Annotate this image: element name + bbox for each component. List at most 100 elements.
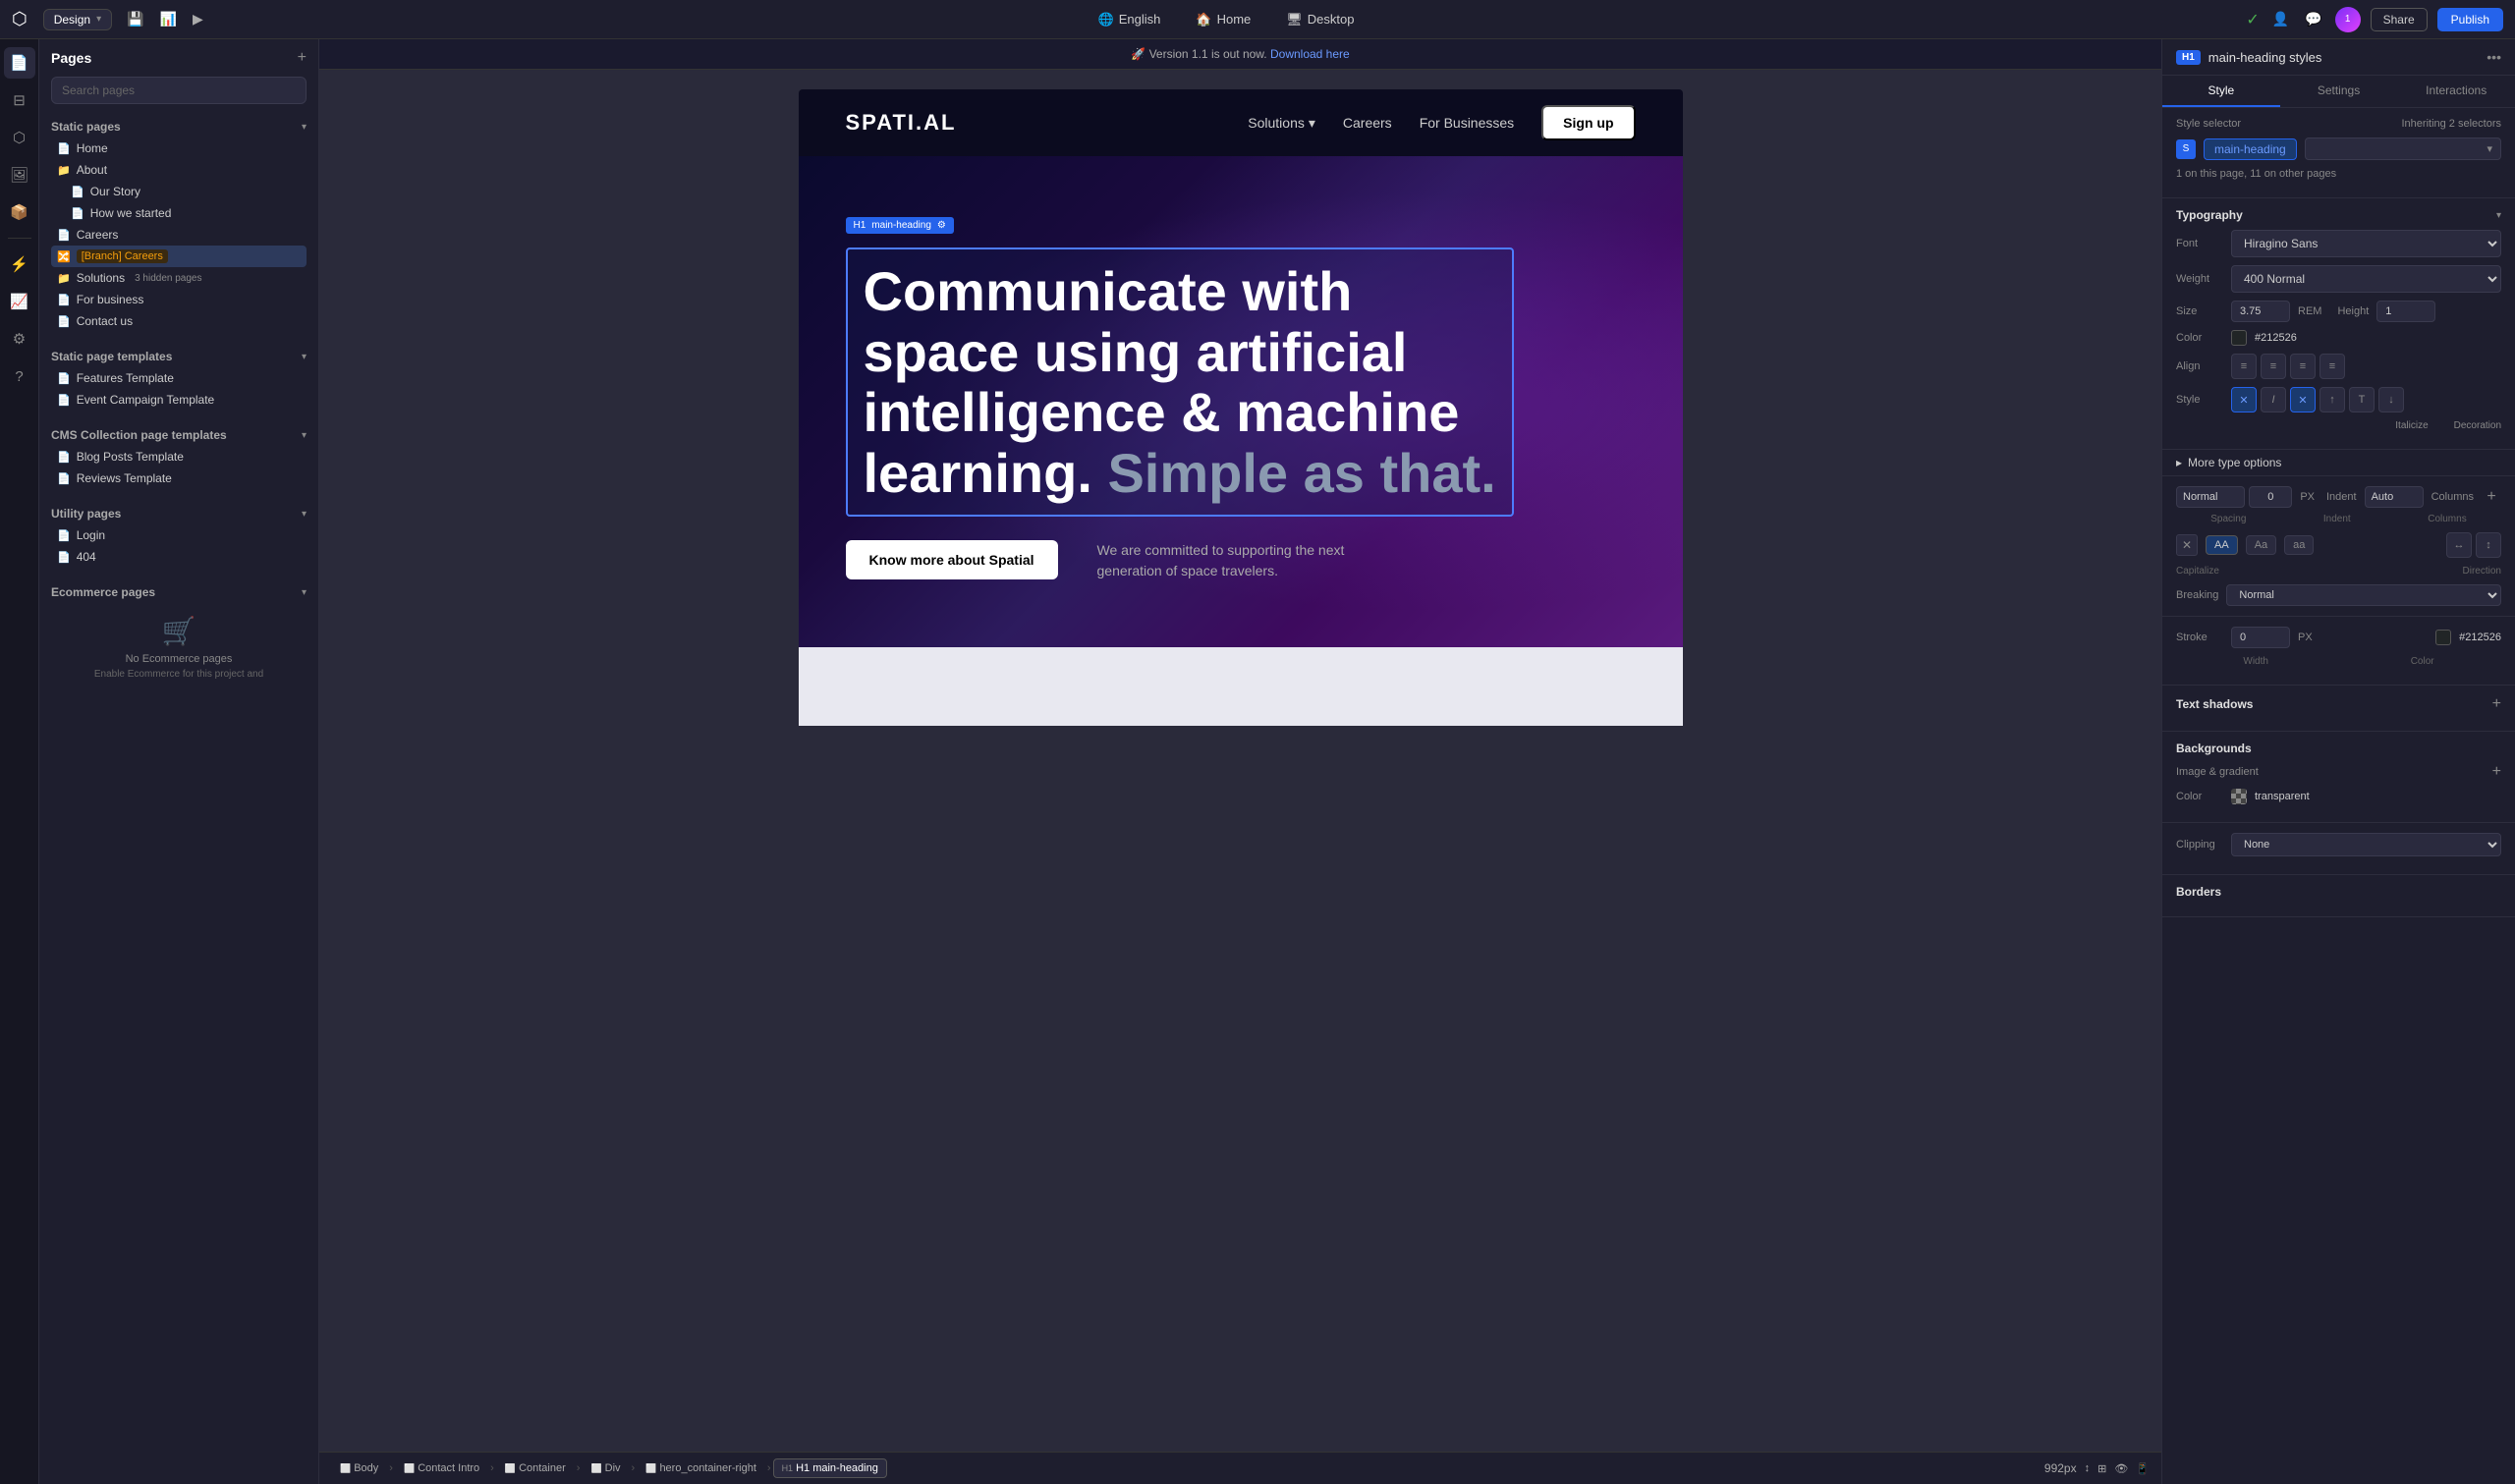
page-how-we-started[interactable]: 📄How we started: [65, 202, 307, 224]
bc-div[interactable]: ⬜Div: [582, 1458, 629, 1478]
transform-aa-button[interactable]: AA: [2206, 535, 2238, 555]
height-input[interactable]: [2376, 301, 2435, 322]
play-icon[interactable]: ▶: [190, 8, 206, 30]
nav-solutions[interactable]: Solutions ▾: [1248, 115, 1315, 132]
align-right-button[interactable]: ≡: [2290, 354, 2316, 379]
page-for-business[interactable]: 📄For business: [51, 289, 307, 310]
layers-icon[interactable]: ⊟: [4, 84, 35, 116]
page-about[interactable]: 📁About: [51, 159, 307, 181]
page-solutions[interactable]: 📁Solutions3 hidden pages: [51, 267, 307, 289]
add-columns-button[interactable]: +: [2482, 487, 2501, 507]
bc-body[interactable]: ⬜Body: [331, 1458, 387, 1478]
home-page-btn[interactable]: 🏠 Home: [1188, 8, 1258, 31]
settings-strip-icon[interactable]: ⚙: [4, 323, 35, 355]
zoom-fit-icon[interactable]: ⊞: [2097, 1462, 2106, 1475]
style-italic-button[interactable]: I: [2261, 387, 2286, 412]
page-features-template[interactable]: 📄Features Template: [51, 367, 307, 389]
weight-selector[interactable]: 400 Normal: [2231, 265, 2501, 293]
typography-arrow[interactable]: ▾: [2496, 210, 2501, 221]
page-reviews-template[interactable]: 📄Reviews Template: [51, 467, 307, 489]
cms-icon[interactable]: 📦: [4, 196, 35, 228]
align-left-button[interactable]: ≡: [2231, 354, 2257, 379]
banner-link[interactable]: Download here: [1270, 47, 1350, 61]
stroke-input[interactable]: [2231, 627, 2290, 648]
analytics-strip-icon[interactable]: 📈: [4, 286, 35, 317]
bg-color-swatch[interactable]: [2231, 789, 2247, 804]
zoom-resize-icon[interactable]: ↕: [2085, 1462, 2091, 1474]
style-subscript-button[interactable]: ↓: [2378, 387, 2404, 412]
assets-icon[interactable]: 🖼: [4, 159, 35, 191]
cms-templates-section[interactable]: CMS Collection page templates ▾: [51, 424, 307, 446]
style-x-button[interactable]: ✕: [2231, 387, 2257, 412]
clipping-select[interactable]: None: [2231, 833, 2501, 856]
spacing-num-input[interactable]: [2249, 486, 2292, 508]
chat-icon[interactable]: 💬: [2302, 8, 2324, 30]
add-bg-image-button[interactable]: +: [2492, 763, 2501, 781]
publish-button[interactable]: Publish: [2437, 8, 2503, 31]
user-avatar[interactable]: 1: [2335, 7, 2361, 32]
page-404[interactable]: 📄404: [51, 546, 307, 568]
spacing-select[interactable]: Normal: [2176, 486, 2245, 508]
panel-more-icon[interactable]: •••: [2487, 49, 2501, 65]
tab-style[interactable]: Style: [2162, 76, 2280, 107]
direction-ltr-button[interactable]: ↔: [2446, 532, 2472, 558]
nav-careers[interactable]: Careers: [1343, 115, 1392, 131]
bc-container[interactable]: ⬜Container: [496, 1458, 575, 1478]
font-selector[interactable]: Hiragino Sans: [2231, 230, 2501, 257]
nav-for-businesses[interactable]: For Businesses: [1420, 115, 1514, 131]
help-icon[interactable]: ?: [4, 360, 35, 392]
static-pages-section[interactable]: Static pages ▾: [51, 116, 307, 137]
analytics-icon[interactable]: 📊: [157, 8, 180, 30]
style-tag[interactable]: main-heading: [2204, 138, 2297, 160]
tab-settings[interactable]: Settings: [2280, 76, 2398, 107]
add-text-shadow-button[interactable]: +: [2492, 695, 2501, 713]
bc-hero-container[interactable]: ⬜hero_container-right: [637, 1458, 765, 1478]
size-input[interactable]: [2231, 301, 2290, 322]
hero-heading-box[interactable]: Communicate with space using artificial …: [846, 247, 1514, 517]
ecommerce-section[interactable]: Ecommerce pages ▾: [51, 581, 307, 603]
save-icon[interactable]: 💾: [124, 8, 146, 30]
page-blog-template[interactable]: 📄Blog Posts Template: [51, 446, 307, 467]
share-button[interactable]: Share: [2371, 8, 2428, 31]
desktop-btn[interactable]: 🖥 Desktop: [1278, 8, 1362, 31]
app-logo[interactable]: ⬡: [12, 9, 28, 29]
style-superscript-button[interactable]: ↑: [2319, 387, 2345, 412]
element-h1-tag[interactable]: H1 main-heading ⚙: [846, 217, 954, 234]
components-icon[interactable]: ⬡: [4, 122, 35, 153]
hero-cta-button[interactable]: Know more about Spatial: [846, 540, 1058, 579]
style-strikethrough-button[interactable]: ✕: [2290, 387, 2316, 412]
page-event-template[interactable]: 📄Event Campaign Template: [51, 389, 307, 411]
align-center-button[interactable]: ≡: [2261, 354, 2286, 379]
stroke-color-swatch[interactable]: [2435, 630, 2451, 645]
bc-contact-intro[interactable]: ⬜Contact Intro: [395, 1458, 488, 1478]
style-tag-dropdown[interactable]: ▾: [2305, 137, 2501, 160]
mobile-preview-icon[interactable]: 📱: [2136, 1462, 2150, 1475]
search-pages-input[interactable]: [51, 77, 307, 104]
profile-icon[interactable]: 👤: [2269, 8, 2292, 30]
breaking-select[interactable]: Normal: [2226, 584, 2501, 606]
transform-aa2-button[interactable]: Aa: [2246, 535, 2276, 555]
utility-pages-section[interactable]: Utility pages ▾: [51, 503, 307, 524]
page-home[interactable]: 📄Home: [51, 137, 307, 159]
page-branch-careers[interactable]: 🔀[Branch] Careers: [51, 246, 307, 267]
page-login[interactable]: 📄Login: [51, 524, 307, 546]
page-contact-us[interactable]: 📄Contact us: [51, 310, 307, 332]
direction-rtl-button[interactable]: ↕: [2476, 532, 2501, 558]
add-page-button[interactable]: +: [298, 49, 307, 67]
apps-icon[interactable]: ⚡: [4, 248, 35, 280]
color-swatch[interactable]: [2231, 330, 2247, 346]
preview-icon[interactable]: 👁: [2114, 1462, 2128, 1475]
transform-aa-lower-button[interactable]: aa: [2284, 535, 2314, 555]
mode-selector[interactable]: Design ▾: [43, 9, 112, 30]
transform-x-button[interactable]: ✕: [2176, 534, 2198, 556]
tab-interactions[interactable]: Interactions: [2397, 76, 2515, 107]
page-careers[interactable]: 📄Careers: [51, 224, 307, 246]
more-type-toggle[interactable]: ▸ More type options: [2176, 456, 2501, 469]
canvas-wrapper[interactable]: SPATI.AL Solutions ▾ Careers For Busines…: [319, 70, 2161, 1452]
static-templates-section[interactable]: Static page templates ▾: [51, 346, 307, 367]
language-selector[interactable]: 🌐 English: [1090, 8, 1169, 31]
align-justify-button[interactable]: ≡: [2319, 354, 2345, 379]
signup-button[interactable]: Sign up: [1541, 105, 1635, 140]
bc-h1-main-heading[interactable]: H1H1 main-heading: [773, 1458, 887, 1478]
indent-select[interactable]: Auto: [2365, 486, 2424, 508]
